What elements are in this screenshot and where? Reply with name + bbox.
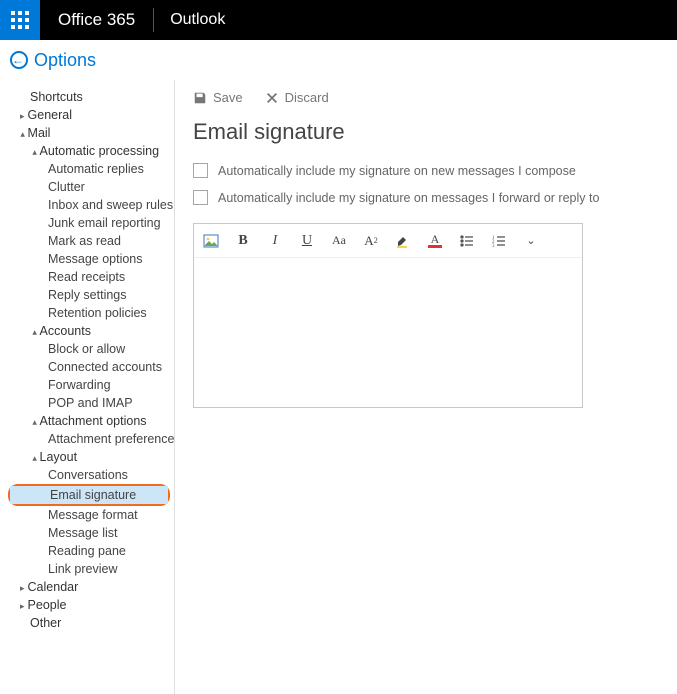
sidebar-item-automatic-replies[interactable]: Automatic replies bbox=[8, 160, 174, 178]
save-label: Save bbox=[213, 90, 243, 105]
insert-image-icon[interactable] bbox=[202, 232, 220, 250]
sidebar-item-junk[interactable]: Junk email reporting bbox=[8, 214, 174, 232]
sidebar-item-shortcuts[interactable]: Shortcuts bbox=[8, 88, 174, 106]
save-icon bbox=[193, 91, 207, 105]
sidebar-item-other[interactable]: Other bbox=[8, 614, 174, 632]
sidebar-item-read-receipts[interactable]: Read receipts bbox=[8, 268, 174, 286]
highlight-icon[interactable] bbox=[394, 232, 412, 250]
signature-editor: B I U Aa A2 A 123 ⌄ bbox=[193, 223, 583, 408]
checkbox-auto-new[interactable] bbox=[193, 163, 208, 178]
sidebar-item-retention-policies[interactable]: Retention policies bbox=[8, 304, 174, 322]
signature-textarea[interactable] bbox=[194, 258, 582, 407]
sidebar-item-reading-pane[interactable]: Reading pane bbox=[8, 542, 174, 560]
sidebar-item-connected-accounts[interactable]: Connected accounts bbox=[8, 358, 174, 376]
back-to-options[interactable]: ← Options bbox=[0, 40, 677, 80]
sidebar-item-forwarding[interactable]: Forwarding bbox=[8, 376, 174, 394]
sidebar-item-people[interactable]: People bbox=[8, 596, 174, 614]
bold-icon[interactable]: B bbox=[234, 232, 252, 250]
sidebar-item-automatic-processing[interactable]: Automatic processing bbox=[8, 142, 174, 160]
sidebar-item-general[interactable]: General bbox=[8, 106, 174, 124]
sidebar-item-mark-as-read[interactable]: Mark as read bbox=[8, 232, 174, 250]
italic-icon[interactable]: I bbox=[266, 232, 284, 250]
more-formatting-icon[interactable]: ⌄ bbox=[522, 232, 540, 250]
sidebar-item-attachment-options[interactable]: Attachment options bbox=[8, 412, 174, 430]
top-bar: Office 365 Outlook bbox=[0, 0, 677, 40]
sidebar-item-calendar[interactable]: Calendar bbox=[8, 578, 174, 596]
sidebar-item-email-signature[interactable]: Email signature bbox=[10, 486, 168, 504]
save-button[interactable]: Save bbox=[193, 90, 243, 105]
sidebar-item-inbox-sweep[interactable]: Inbox and sweep rules bbox=[8, 196, 174, 214]
app-name-label: Outlook bbox=[154, 11, 241, 29]
sidebar-item-attachment-preferences[interactable]: Attachment preferences bbox=[8, 430, 174, 448]
sidebar-item-layout[interactable]: Layout bbox=[8, 448, 174, 466]
app-launcher-icon[interactable] bbox=[0, 0, 40, 40]
checkbox-auto-reply-label: Automatically include my signature on me… bbox=[218, 191, 599, 205]
sidebar-item-message-options[interactable]: Message options bbox=[8, 250, 174, 268]
sidebar-item-block-allow[interactable]: Block or allow bbox=[8, 340, 174, 358]
sidebar-item-link-preview[interactable]: Link preview bbox=[8, 560, 174, 578]
discard-button[interactable]: Discard bbox=[265, 90, 329, 105]
sidebar-item-reply-settings[interactable]: Reply settings bbox=[8, 286, 174, 304]
underline-icon[interactable]: U bbox=[298, 232, 316, 250]
bullet-list-icon[interactable] bbox=[458, 232, 476, 250]
discard-label: Discard bbox=[285, 90, 329, 105]
sidebar-item-message-list[interactable]: Message list bbox=[8, 524, 174, 542]
back-arrow-icon: ← bbox=[10, 51, 28, 69]
options-sidebar: Shortcuts General Mail Automatic process… bbox=[0, 80, 175, 694]
editor-toolbar: B I U Aa A2 A 123 ⌄ bbox=[194, 224, 582, 258]
svg-text:3: 3 bbox=[492, 244, 495, 249]
checkbox-auto-new-label: Automatically include my signature on ne… bbox=[218, 164, 576, 178]
sidebar-item-conversations[interactable]: Conversations bbox=[8, 466, 174, 484]
sidebar-item-accounts[interactable]: Accounts bbox=[8, 322, 174, 340]
sidebar-item-clutter[interactable]: Clutter bbox=[8, 178, 174, 196]
back-label: Options bbox=[34, 50, 96, 71]
content-pane: Save Discard Email signature Automatical… bbox=[175, 80, 677, 694]
discard-icon bbox=[265, 91, 279, 105]
tutorial-highlight: Email signature bbox=[8, 484, 170, 506]
font-color-icon[interactable]: A bbox=[426, 232, 444, 250]
sidebar-item-message-format[interactable]: Message format bbox=[8, 506, 174, 524]
page-title: Email signature bbox=[193, 119, 659, 145]
numbered-list-icon[interactable]: 123 bbox=[490, 232, 508, 250]
checkbox-auto-reply[interactable] bbox=[193, 190, 208, 205]
font-size-icon[interactable]: Aa bbox=[330, 232, 348, 250]
sidebar-item-pop-imap[interactable]: POP and IMAP bbox=[8, 394, 174, 412]
sidebar-item-mail[interactable]: Mail bbox=[8, 124, 174, 142]
brand-label: Office 365 bbox=[40, 10, 153, 30]
superscript-icon[interactable]: A2 bbox=[362, 232, 380, 250]
